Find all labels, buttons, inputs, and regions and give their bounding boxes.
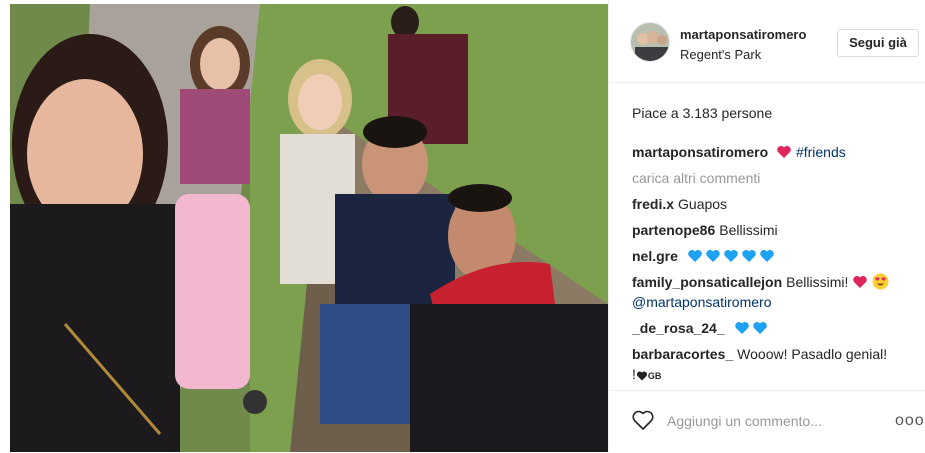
- hashtag-link[interactable]: #friends: [796, 144, 846, 160]
- comment-bar: Aggiungi un commento... ooo: [609, 390, 925, 453]
- comment-username[interactable]: family_ponsaticallejon: [632, 274, 782, 290]
- comment: family_ponsaticallejon Bellissimi! @marta…: [632, 272, 914, 312]
- red-heart-emoji: [777, 146, 791, 158]
- comment: fredi.x Guapos: [632, 194, 914, 214]
- mention-link[interactable]: @martaponsatiromero: [632, 294, 772, 310]
- comment-username[interactable]: _de_rosa_24_: [632, 320, 725, 336]
- caption: martaponsatiromero #friends: [632, 142, 914, 162]
- likes-count[interactable]: Piace a 3.183 persone: [632, 105, 772, 121]
- comments-list: martaponsatiromero #friends carica altri…: [632, 142, 914, 384]
- comment: _de_rosa_24_: [632, 318, 914, 338]
- blue-heart-emoji: [734, 322, 749, 334]
- blue-heart-emoji: [688, 250, 702, 262]
- heart-eyes-emoji: [872, 273, 889, 290]
- comment-small-text: GB: [647, 371, 662, 381]
- comment-username[interactable]: barbaracortes_: [632, 346, 733, 362]
- comment-text: Wooow! Pasadlo genial!: [737, 346, 888, 362]
- avatar[interactable]: [630, 22, 670, 62]
- comment-text: Bellissimi: [719, 222, 778, 238]
- post-header: martaponsatiromero Regent's Park Segui g…: [609, 0, 925, 83]
- comment-username[interactable]: nel.gre: [632, 248, 678, 264]
- post-photo[interactable]: [10, 4, 608, 452]
- comment: nel.gre: [632, 246, 914, 266]
- comment-text: Bellissimi!: [786, 274, 849, 290]
- blue-hearts: [686, 248, 776, 264]
- instagram-post: martaponsatiromero Regent's Park Segui g…: [0, 0, 925, 452]
- location[interactable]: Regent's Park: [680, 47, 761, 62]
- blue-heart-emoji: [724, 250, 738, 262]
- post-side-panel: martaponsatiromero Regent's Park Segui g…: [609, 0, 925, 452]
- black-heart-icon: [636, 371, 647, 381]
- blue-heart-emoji: [742, 250, 756, 262]
- comment: partenope86 Bellissimi: [632, 220, 914, 240]
- add-comment-input[interactable]: Aggiungi un commento...: [667, 413, 822, 429]
- heart-outline-icon[interactable]: [631, 409, 655, 431]
- comment: barbaracortes_ Wooow! Pasadlo genial! ! GB: [632, 344, 914, 384]
- following-button[interactable]: Segui già: [837, 29, 919, 57]
- comment-username[interactable]: fredi.x: [632, 196, 674, 212]
- load-more-comments[interactable]: carica altri commenti: [632, 168, 914, 188]
- comment-username[interactable]: partenope86: [632, 222, 715, 238]
- blue-heart-emoji: [752, 322, 767, 334]
- red-heart-emoji: [853, 276, 868, 288]
- caption-username[interactable]: martaponsatiromero: [632, 144, 768, 160]
- comment-text: Guapos: [678, 196, 728, 212]
- blue-heart-emoji: [760, 250, 774, 262]
- username[interactable]: martaponsatiromero: [680, 27, 806, 42]
- more-options-icon[interactable]: ooo: [895, 412, 925, 430]
- blue-heart-emoji: [706, 250, 720, 262]
